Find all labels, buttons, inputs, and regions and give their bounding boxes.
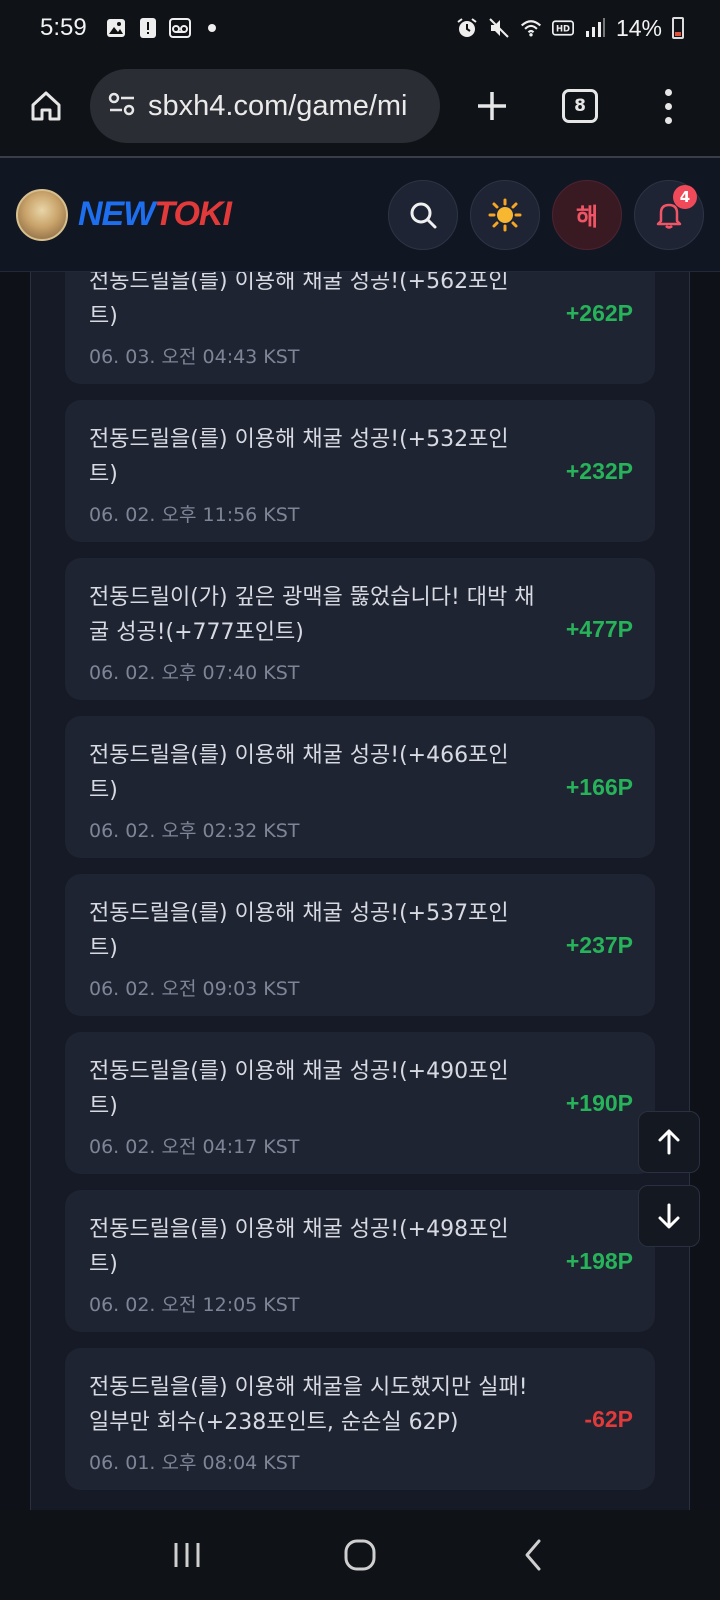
home-button[interactable] [20, 80, 72, 132]
status-time: 5:59 [40, 14, 87, 41]
image-icon [105, 17, 127, 39]
back-icon [525, 1539, 541, 1571]
item-message: 전동드릴을(를) 이용해 채굴 성공!(+562포인트) [89, 272, 509, 329]
item-message: 전동드릴을(를) 이용해 채굴 성공!(+466포인트) [89, 743, 509, 803]
home-nav-button[interactable] [330, 1525, 390, 1585]
arrow-down-icon [658, 1203, 680, 1229]
browser-toolbar: sbxh4.com/game/mi 8 [0, 56, 720, 158]
signal-icon [584, 17, 606, 39]
menu-dot [664, 102, 672, 110]
hae-button[interactable]: 해 [552, 179, 622, 250]
item-date: 06. 02. 오후 02:32 KST [89, 820, 300, 842]
search-icon [410, 202, 437, 228]
item-points: +190P [565, 1090, 633, 1116]
item-points: +198P [565, 1248, 633, 1274]
item-points: +262P [565, 300, 633, 326]
logo-new: NEW [78, 195, 155, 233]
item-date: 06. 01. 오후 08:04 KST [89, 1452, 300, 1474]
search-button[interactable] [388, 179, 458, 250]
list-item: 전동드릴을(를) 이용해 채굴 성공!(+532포인트) 06. 02. 오후 … [65, 400, 655, 542]
site-logo[interactable]: NEWTOKI [78, 195, 232, 234]
mining-log-list: 전동드릴을(를) 이용해 채굴 성공!(+562포인트) 06. 03. 오전 … [65, 272, 655, 1506]
wifi-icon [520, 17, 542, 39]
dot-icon [201, 17, 223, 39]
item-points: +237P [565, 932, 633, 958]
back-button[interactable] [503, 1525, 563, 1585]
header-actions: 해 4 [388, 179, 704, 250]
site-header: NEWTOKI 해 4 [0, 158, 720, 272]
arrow-up-icon [658, 1129, 680, 1155]
voicemail-icon [168, 17, 191, 39]
home-circle-icon [344, 1539, 376, 1571]
recents-button[interactable] [157, 1525, 217, 1585]
menu-dot [664, 88, 672, 96]
alert-icon [137, 17, 159, 39]
item-message: 전동드릴을(를) 이용해 채굴 성공!(+490포인트) [89, 1059, 509, 1119]
item-message: 전동드릴을(를) 이용해 채굴 성공!(+498포인트) [89, 1217, 509, 1277]
status-bar: 5:59 HD 14% [0, 0, 720, 56]
menu-dot [664, 116, 672, 124]
home-icon [31, 91, 61, 121]
content-panel: 전동드릴을(를) 이용해 채굴 성공!(+562포인트) 06. 03. 오전 … [30, 272, 690, 1510]
logo-avatar[interactable] [16, 188, 68, 241]
theme-toggle-button[interactable] [470, 179, 540, 250]
recents-icon [174, 1543, 200, 1567]
item-date: 06. 03. 오전 04:43 KST [89, 346, 300, 368]
item-message: 전동드릴을(를) 이용해 채굴 성공!(+532포인트) [89, 427, 509, 487]
item-points: +166P [565, 774, 633, 800]
logo-toki: TOKI [154, 195, 232, 233]
battery-icon [672, 17, 684, 39]
item-date: 06. 02. 오후 07:40 KST [89, 662, 300, 684]
status-right: HD 14% [456, 15, 684, 42]
item-message: 전동드릴을(를) 이용해 채굴 성공!(+537포인트) [89, 901, 509, 961]
hd-icon: HD [551, 17, 574, 39]
item-message: 전동드릴을(를) 이용해 채굴을 시도했지만 실패! 일부만 회수(+238포인… [89, 1375, 528, 1435]
mute-icon [488, 17, 510, 39]
item-date: 06. 02. 오후 11:56 KST [89, 504, 300, 526]
list-item: 전동드릴을(를) 이용해 채굴 성공!(+466포인트) 06. 02. 오후 … [65, 716, 655, 858]
svg-text:HD: HD [556, 23, 570, 33]
item-points: +477P [565, 616, 633, 642]
more-menu-button[interactable] [658, 88, 678, 124]
item-points: -62P [584, 1406, 633, 1432]
scroll-bottom-button[interactable] [638, 1185, 700, 1247]
alarm-icon [456, 17, 478, 39]
list-item: 전동드릴을(를) 이용해 채굴 성공!(+562포인트) 06. 03. 오전 … [65, 272, 655, 384]
plus-icon [478, 92, 506, 120]
item-date: 06. 02. 오전 12:05 KST [89, 1294, 300, 1316]
item-message: 전동드릴이(가) 깊은 광맥을 뚫었습니다! 대박 채굴 성공!(+777포인트… [89, 585, 535, 645]
hae-label: 해 [575, 203, 599, 231]
list-item: 전동드릴을(를) 이용해 채굴 성공!(+490포인트) 06. 02. 오전 … [65, 1032, 655, 1174]
item-date: 06. 02. 오전 09:03 KST [89, 978, 300, 1000]
list-item: 전동드릴을(를) 이용해 채굴을 시도했지만 실패! 일부만 회수(+238포인… [65, 1348, 655, 1490]
tab-switcher-button[interactable]: 8 [562, 89, 598, 123]
system-nav-bar [0, 1510, 720, 1600]
notification-button[interactable]: 4 [634, 179, 704, 250]
list-item: 전동드릴을(를) 이용해 채굴 성공!(+537포인트) 06. 02. 오전 … [65, 874, 655, 1016]
notification-badge: 4 [673, 184, 697, 209]
list-item: 전동드릴을(를) 이용해 채굴 성공!(+498포인트) 06. 02. 오전 … [65, 1190, 655, 1332]
url-text[interactable]: sbxh4.com/game/mi [148, 90, 408, 123]
item-date: 06. 02. 오전 04:17 KST [89, 1136, 300, 1158]
list-item: 전동드릴이(가) 깊은 광맥을 뚫었습니다! 대박 채굴 성공!(+777포인트… [65, 558, 655, 700]
battery-percent: 14% [615, 14, 662, 41]
sun-icon [488, 198, 522, 231]
new-tab-button[interactable] [468, 82, 516, 130]
item-points: +232P [565, 458, 633, 484]
site-settings-icon[interactable] [108, 92, 136, 120]
scroll-top-button[interactable] [638, 1111, 700, 1173]
status-left-icons [105, 17, 223, 39]
address-bar[interactable]: sbxh4.com/game/mi [90, 69, 440, 143]
